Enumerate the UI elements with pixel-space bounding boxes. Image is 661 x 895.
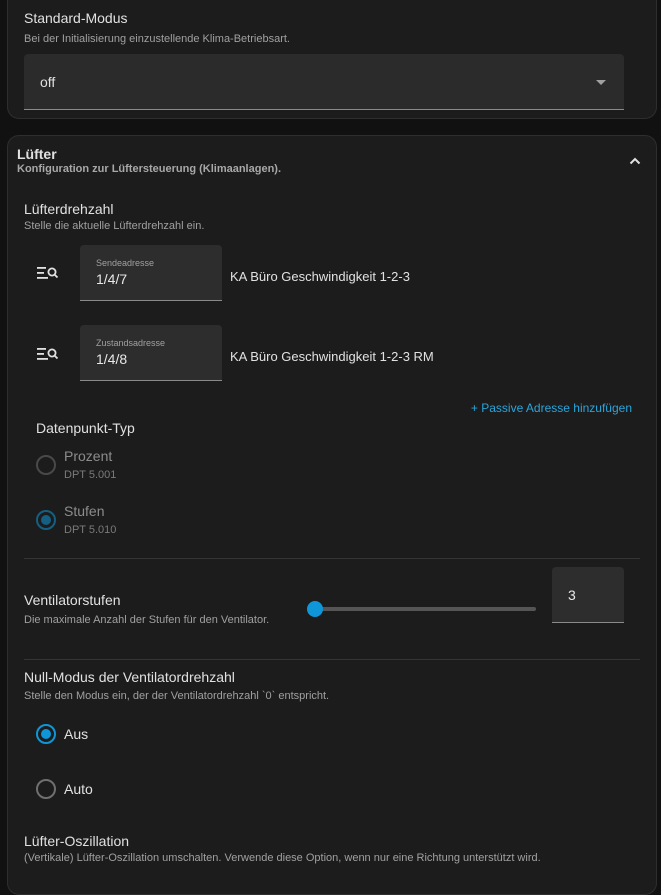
- zero-mode-label: Null-Modus der Ventilatordrehzahl: [24, 669, 235, 685]
- divider: [24, 659, 640, 660]
- caret-down-icon: [596, 80, 606, 85]
- dpt-percent-label: Prozent: [64, 448, 112, 464]
- fan-steps-label: Ventilatorstufen: [24, 592, 121, 608]
- fan-steps-value: 3: [568, 587, 576, 603]
- fan-speed-label: Lüfterdrehzahl: [24, 201, 114, 217]
- fan-description: Konfiguration zur Lüftersteuerung (Klima…: [17, 163, 281, 175]
- zero-mode-off-label: Aus: [64, 726, 88, 742]
- state-address-name: KA Büro Geschwindigkeit 1-2-3 RM: [230, 349, 434, 364]
- fan-steps-slider-track[interactable]: [315, 607, 536, 611]
- fan-steps-slider-thumb[interactable]: [307, 601, 323, 617]
- send-address-name: KA Büro Geschwindigkeit 1-2-3: [230, 269, 410, 284]
- state-address-value: 1/4/8: [96, 351, 127, 367]
- dpt-steps-sub: DPT 5.010: [64, 524, 116, 536]
- add-passive-address-link[interactable]: + Passive Adresse hinzufügen: [471, 401, 632, 415]
- zero-mode-description: Stelle den Modus ein, der der Ventilator…: [24, 690, 329, 702]
- oscillation-label: Lüfter-Oszillation: [24, 833, 129, 849]
- radio-dpt-steps[interactable]: [36, 510, 56, 530]
- standard-mode-label: Standard-Modus: [24, 10, 128, 26]
- state-address-field[interactable]: Zustandsadresse 1/4/8: [80, 325, 222, 381]
- standard-mode-description: Bei der Initialisierung einzustellende K…: [24, 33, 290, 45]
- send-address-value: 1/4/7: [96, 271, 127, 287]
- dpt-steps-label: Stufen: [64, 503, 104, 519]
- divider: [24, 558, 640, 559]
- list-search-icon[interactable]: [37, 266, 59, 280]
- fan-title: Lüfter: [17, 146, 57, 162]
- send-address-field[interactable]: Sendeadresse 1/4/7: [80, 245, 222, 301]
- state-address-label: Zustandsadresse: [96, 338, 165, 348]
- zero-mode-auto-label: Auto: [64, 781, 93, 797]
- dpt-percent-sub: DPT 5.001: [64, 469, 116, 481]
- radio-dpt-percent[interactable]: [36, 455, 56, 475]
- fan-speed-description: Stelle die aktuelle Lüfterdrehzahl ein.: [24, 220, 204, 232]
- standard-mode-select[interactable]: off: [24, 54, 624, 110]
- send-address-label: Sendeadresse: [96, 258, 154, 268]
- oscillation-description: (Vertikale) Lüfter-Oszillation umschalte…: [24, 852, 541, 864]
- radio-zero-mode-off[interactable]: [36, 724, 56, 744]
- fan-steps-description: Die maximale Anzahl der Stufen für den V…: [24, 614, 269, 626]
- dpt-label: Datenpunkt-Typ: [36, 420, 135, 436]
- fan-steps-input[interactable]: 3: [552, 567, 624, 623]
- radio-zero-mode-auto[interactable]: [36, 779, 56, 799]
- standard-mode-select-value: off: [40, 74, 55, 90]
- chevron-up-icon[interactable]: [629, 155, 641, 167]
- list-search-icon[interactable]: [37, 347, 59, 361]
